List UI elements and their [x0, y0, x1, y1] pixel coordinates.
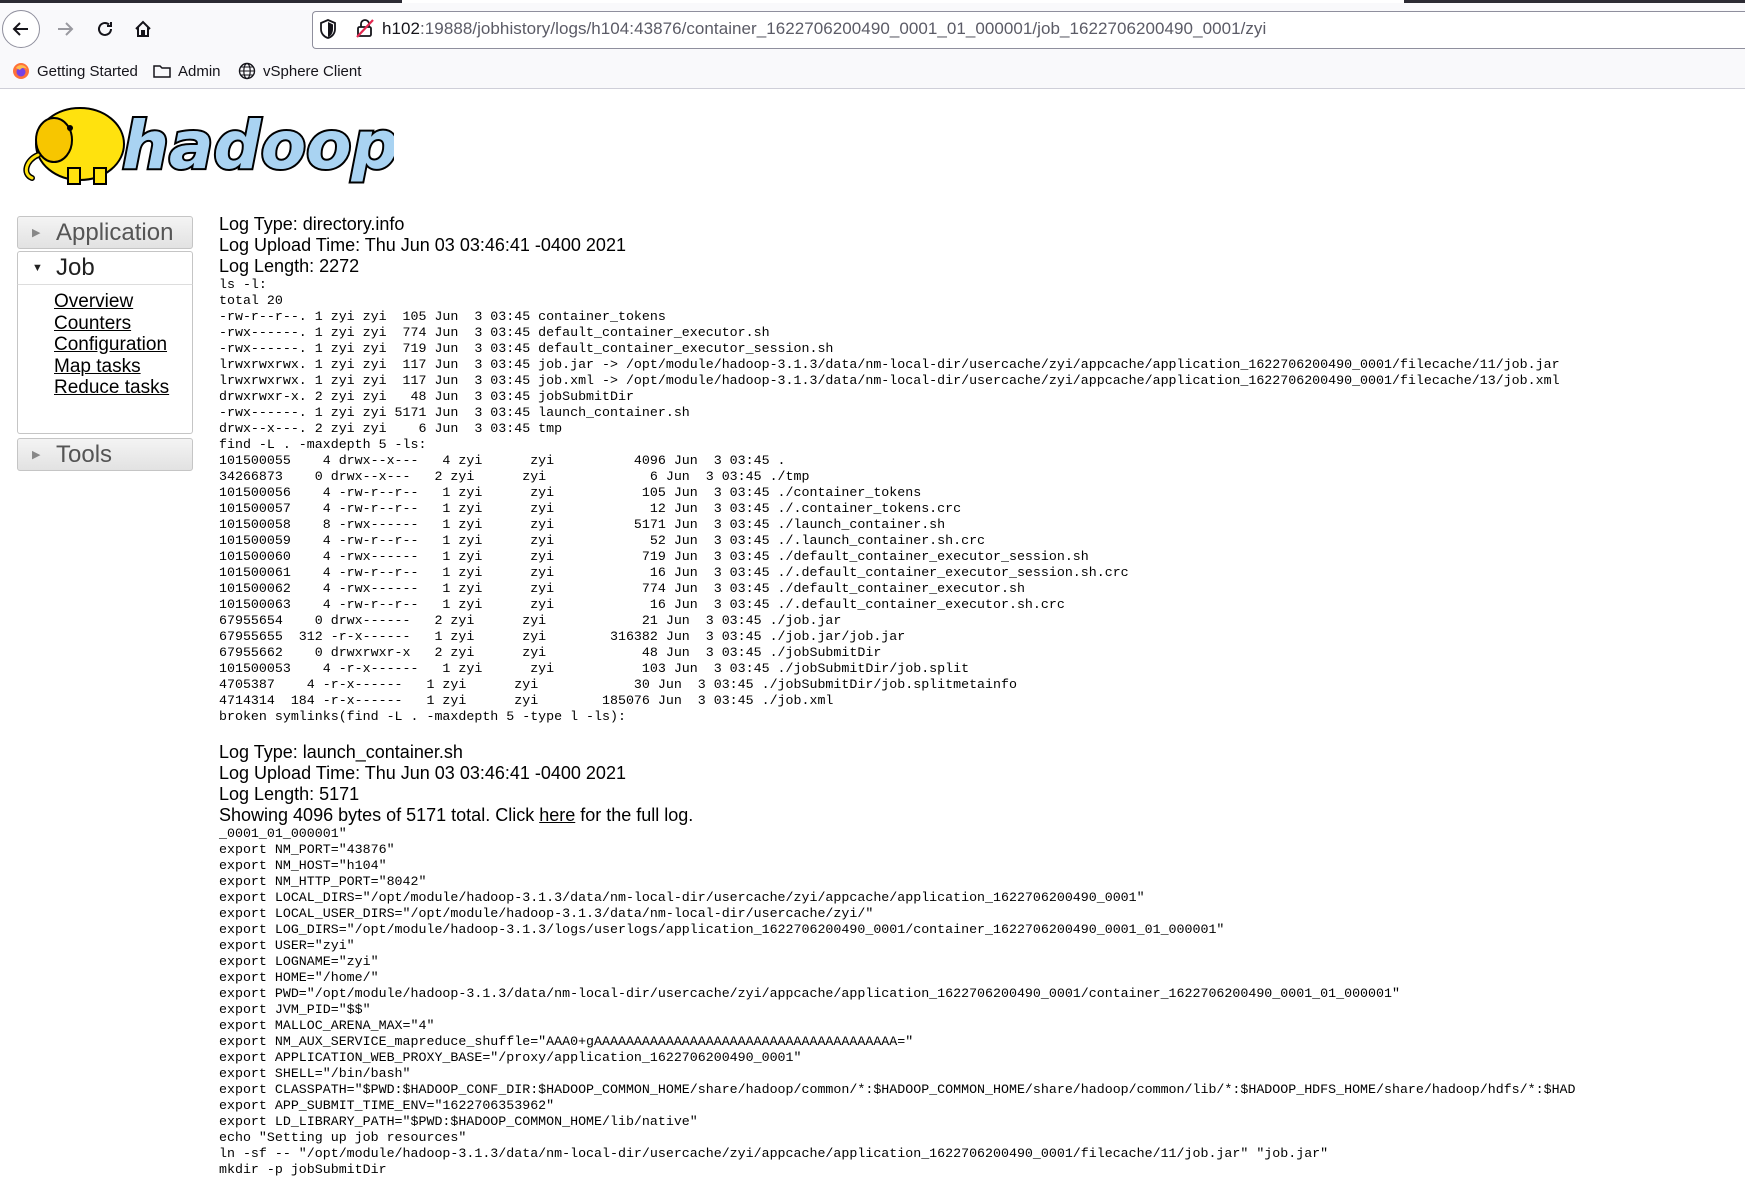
- application-label: Application: [56, 218, 174, 246]
- log-section-directory-info: Log Type: directory.info Log Upload Time…: [219, 214, 1560, 725]
- home-button[interactable]: [124, 10, 162, 48]
- globe-icon: [238, 62, 256, 80]
- sidebar-nav: ▶ Application ▼ Job Overview Counters Co…: [17, 216, 193, 471]
- triangle-down-icon: ▼: [32, 262, 43, 274]
- back-button[interactable]: [2, 10, 40, 48]
- tools-label: Tools: [56, 440, 113, 468]
- reload-icon: [98, 21, 112, 36]
- hadoop-logo[interactable]: hadoop: [18, 100, 394, 190]
- bookmark-label: vSphere Client: [263, 62, 362, 80]
- link-counters[interactable]: Counters: [54, 313, 192, 335]
- application-section-header[interactable]: ▶ Application: [17, 216, 193, 249]
- link-overview[interactable]: Overview: [54, 291, 192, 313]
- forward-button[interactable]: [46, 10, 84, 48]
- forward-arrow-icon: [58, 22, 74, 36]
- log-body: ls -l: total 20 -rw-r--r--. 1 zyi zyi 10…: [219, 277, 1560, 724]
- home-icon: [135, 20, 151, 37]
- log-body: _0001_01_000001" export NM_PORT="43876" …: [219, 826, 1576, 1177]
- browser-toolbar: h102:19888/jobhistory/logs/h104:43876/co…: [0, 0, 1745, 56]
- url-text[interactable]: h102:19888/jobhistory/logs/h104:43876/co…: [382, 19, 1266, 39]
- reload-button[interactable]: [86, 10, 124, 48]
- logo-text: hadoop: [122, 107, 394, 184]
- bookmark-vsphere-client[interactable]: vSphere Client: [238, 62, 361, 80]
- bookmarks-bar: Getting Started Admin vSphere Client: [0, 56, 1745, 89]
- link-configuration[interactable]: Configuration: [54, 334, 192, 356]
- log-upload-time: Log Upload Time: Thu Jun 03 03:46:41 -04…: [219, 763, 626, 783]
- triangle-right-icon: ▶: [32, 449, 41, 461]
- elephant-icon: [23, 107, 125, 185]
- job-section-links: Overview Counters Configuration Map task…: [17, 284, 193, 434]
- link-reduce-tasks[interactable]: Reduce tasks: [54, 377, 192, 399]
- bookmark-getting-started[interactable]: Getting Started: [12, 62, 138, 80]
- log-length: Log Length: 5171: [219, 784, 360, 804]
- log-section-launch-container: Log Type: launch_container.sh Log Upload…: [219, 742, 1576, 1178]
- log-upload-time: Log Upload Time: Thu Jun 03 03:46:41 -04…: [219, 235, 626, 255]
- bookmark-admin[interactable]: Admin: [153, 62, 221, 80]
- bookmark-label: Getting Started: [37, 62, 138, 80]
- firefox-icon: [13, 63, 29, 79]
- tracking-shield-icon[interactable]: [318, 18, 338, 40]
- notice-suffix: for the full log.: [575, 805, 694, 825]
- log-length: Log Length: 2272: [219, 256, 360, 276]
- tools-section-header[interactable]: ▶ Tools: [17, 438, 193, 471]
- tab-strip: [0, 0, 1745, 3]
- log-type: Log Type: launch_container.sh: [219, 742, 463, 762]
- folder-icon: [153, 65, 171, 78]
- log-type: Log Type: directory.info: [219, 214, 405, 234]
- url-path: :19888/jobhistory/logs/h104:43876/contai…: [420, 19, 1267, 38]
- notice-prefix: Showing 4096 bytes of 5171 total. Click: [219, 805, 540, 825]
- job-label: Job: [56, 254, 95, 281]
- job-section-header[interactable]: ▼ Job: [17, 251, 193, 284]
- triangle-right-icon: ▶: [32, 227, 41, 239]
- url-host: h102: [382, 19, 421, 38]
- link-map-tasks[interactable]: Map tasks: [54, 356, 192, 378]
- full-log-link[interactable]: here: [539, 805, 575, 825]
- log-truncation-notice: Showing 4096 bytes of 5171 total. Click …: [219, 805, 1576, 826]
- back-arrow-icon: [12, 22, 28, 36]
- insecure-lock-icon[interactable]: [354, 17, 376, 39]
- bookmark-label: Admin: [178, 62, 221, 80]
